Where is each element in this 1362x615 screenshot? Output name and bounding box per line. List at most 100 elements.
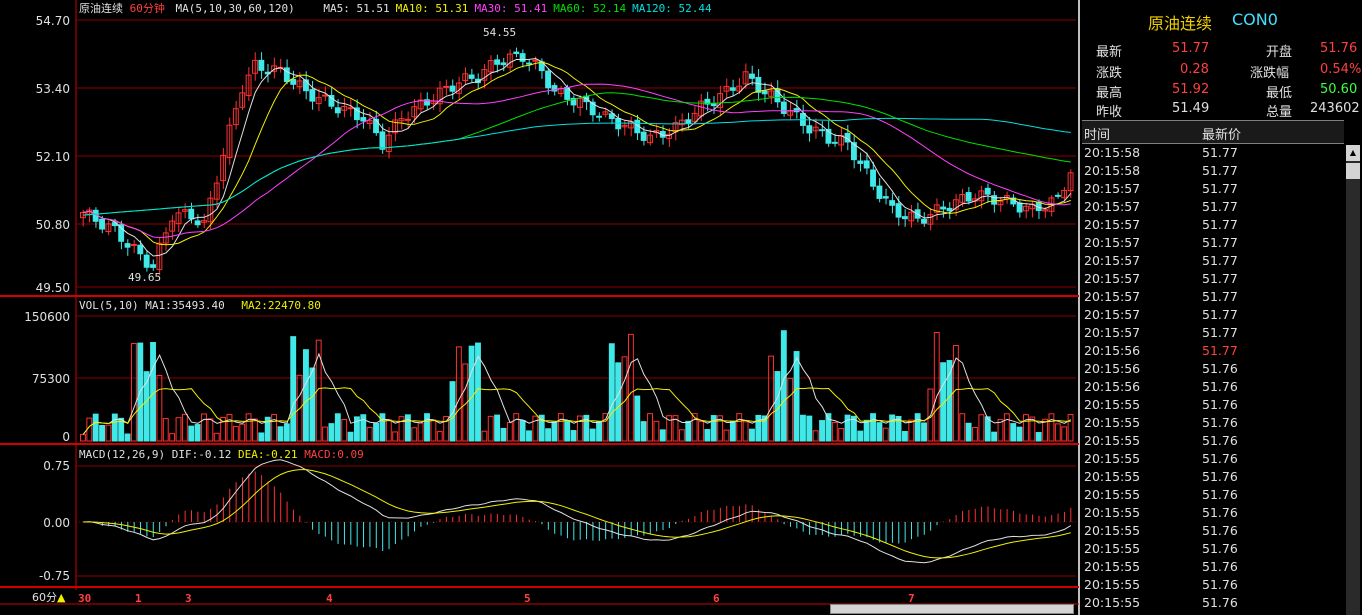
volume-bar [92, 413, 99, 442]
tick-price: 51.77 [1202, 325, 1238, 340]
down-candle [857, 160, 864, 164]
volume-bar [366, 426, 373, 442]
tick-price: 51.77 [1202, 235, 1238, 250]
tick-row: 20:15:55 51.76 [1082, 469, 1344, 487]
tick-time: 20:15:57 [1084, 253, 1141, 268]
down-candle [118, 224, 125, 242]
volume-bar [494, 414, 501, 442]
volume-bar [678, 429, 685, 442]
up-candle [347, 107, 354, 110]
horizontal-scrollbar[interactable] [830, 604, 1074, 614]
volume-tick: 150600 [24, 310, 70, 324]
tick-row: 20:15:57 51.77 [1082, 253, 1344, 271]
tick-time: 20:15:58 [1084, 145, 1141, 160]
vol-ma1: MA1:35493.40 [145, 299, 225, 312]
kline-chart-area[interactable]: 原油连续 60分钟 MA(5,10,30,60,120) MA5: 51.51 M… [0, 0, 1080, 615]
volume-bar [602, 413, 609, 442]
tick-time: 20:15:55 [1084, 433, 1141, 448]
macd-value: MACD:0.09 [304, 448, 364, 461]
tick-price: 51.77 [1202, 181, 1238, 196]
down-candle [258, 59, 265, 71]
volume-bar [80, 433, 86, 442]
tick-time: 20:15:56 [1084, 361, 1141, 376]
tick-price: 51.76 [1202, 577, 1238, 592]
volume-bar [194, 424, 201, 442]
volume-bar [156, 374, 163, 442]
tick-price: 51.77 [1202, 253, 1238, 268]
low-price-marker: 49.65 [128, 271, 162, 284]
latest-label: 最新 [1096, 45, 1123, 60]
volume-bar [921, 422, 927, 442]
triangle-up-icon: ▲ [57, 591, 66, 604]
volume-bar [723, 429, 730, 442]
down-candle [334, 107, 341, 114]
volume-bar [978, 414, 985, 442]
volume-bar [245, 413, 252, 442]
volume-bar [111, 413, 118, 442]
quote-row-latest: 最新 51.77 开盘 51.76 [1082, 41, 1362, 61]
vol-ma1-line [82, 352, 1072, 435]
volume-bar [946, 360, 953, 442]
high-value: 51.92 [1172, 82, 1210, 97]
period-select-label: 60分 [32, 591, 57, 604]
down-candle [863, 160, 870, 169]
volume-bar [768, 355, 775, 442]
dea-line [83, 469, 1071, 559]
volume-bar [417, 422, 424, 442]
down-candle [749, 73, 755, 79]
down-candle [290, 78, 297, 85]
down-candle [831, 141, 838, 144]
low-label: 最低 [1266, 86, 1293, 101]
tick-list[interactable]: 20:15:58 51.77 20:15:58 51.77 20:15:57 51.77 2… [1082, 145, 1344, 615]
volume-bar [876, 422, 883, 442]
volume-bar [774, 371, 781, 442]
macd-label: MACD(12,26,9) [79, 448, 166, 461]
down-candle [194, 220, 201, 226]
price-tick: 54.70 [35, 14, 70, 28]
volume-bar [1061, 426, 1068, 442]
change-pct-value: 0.54% [1320, 62, 1362, 77]
tick-time: 20:15:57 [1084, 325, 1141, 340]
period-select-button[interactable]: 60分▲ [32, 591, 65, 604]
tick-price: 51.76 [1202, 595, 1238, 610]
volume-bar [800, 414, 806, 442]
tick-row: 20:15:55 51.76 [1082, 433, 1344, 451]
volume-value: 243602 [1310, 101, 1360, 116]
volume-bar [551, 421, 558, 442]
volume-bar [385, 419, 392, 442]
latest-value: 51.77 [1172, 41, 1210, 56]
tick-row: 20:15:57 51.77 [1082, 199, 1344, 217]
tick-price: 51.76 [1202, 469, 1238, 484]
down-candle [876, 185, 883, 199]
scroll-thumb[interactable] [1346, 163, 1360, 179]
tick-list-scrollbar[interactable]: ▲ [1346, 145, 1360, 615]
down-candle [188, 208, 195, 220]
ma30-line [83, 83, 1071, 239]
volume-bar [627, 333, 634, 442]
down-candle [596, 115, 602, 118]
price-tick: 49.50 [35, 281, 70, 295]
volume-bar [685, 420, 692, 442]
volume-bar [838, 428, 845, 442]
down-candle [513, 51, 520, 55]
volume-bar [736, 413, 743, 442]
price-tick: 50.80 [35, 218, 70, 232]
down-candle [519, 53, 526, 62]
volume-bar [487, 415, 494, 442]
volume-bar [201, 413, 207, 442]
down-candle [806, 125, 813, 134]
volume-bar [519, 419, 526, 442]
ma-value-label: MA30: 51.41 [474, 2, 548, 15]
macd-panel-header: MACD(12,26,9) DIF:-0.12 DEA:-0.21 MACD:0… [79, 448, 364, 461]
tick-price: 51.77 [1202, 163, 1238, 178]
volume-bar [959, 413, 966, 442]
macd-tick: -0.75 [38, 569, 70, 583]
scroll-up-button[interactable]: ▲ [1346, 145, 1360, 161]
tick-row: 20:15:55 51.76 [1082, 577, 1344, 595]
tick-price: 51.77 [1202, 217, 1238, 232]
ma-values: MA5: 51.51 MA10: 51.31 MA30: 51.41 MA60: 52… [301, 2, 711, 15]
down-candle [940, 206, 947, 210]
open-label: 开盘 [1266, 45, 1293, 60]
volume-bar [506, 421, 513, 442]
tick-price: 51.77 [1202, 145, 1238, 160]
